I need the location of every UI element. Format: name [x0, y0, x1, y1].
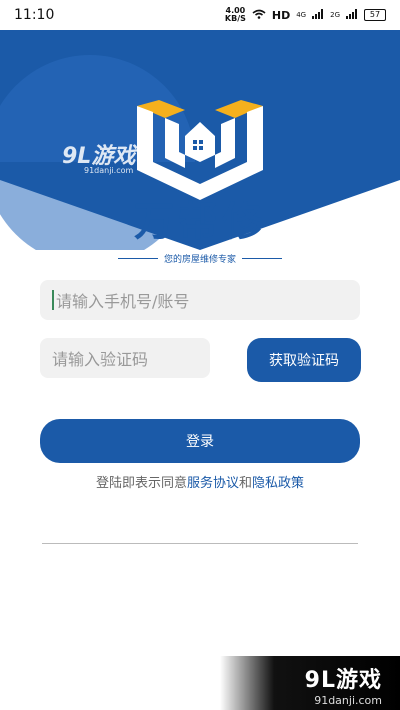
slogan-line-right — [242, 258, 282, 259]
brand-slogan: 您的房屋维修专家 — [0, 252, 400, 265]
divider — [42, 543, 358, 544]
service-agreement-link[interactable]: 服务协议 — [187, 476, 239, 491]
signal-4g: 4G — [296, 11, 307, 19]
battery-icon: 57 — [364, 9, 386, 21]
status-icons: 4.00 KB/S HD 4G 2G 57 — [225, 7, 386, 23]
signal-bars-icon-2 — [346, 8, 358, 22]
network-speed: 4.00 KB/S — [224, 6, 246, 23]
hd-indicator: HD — [271, 8, 291, 22]
status-bar: 11:10 4.00 KB/S HD 4G 2G 57 — [0, 0, 400, 30]
brand-block: 万帮修 您的房屋维修专家 — [0, 200, 400, 265]
wifi-icon — [252, 9, 266, 22]
watermark-top: 9L游戏 91danji.com — [62, 144, 136, 175]
agreement-text: 登陆即表示同意服务协议和隐私政策 — [95, 476, 305, 491]
house-logo-icon — [137, 100, 263, 200]
get-code-button[interactable]: 获取验证码 — [247, 338, 361, 382]
brand-name: 万帮修 — [134, 199, 266, 245]
login-button[interactable]: 登录 — [40, 419, 360, 463]
slogan-line-left — [117, 258, 158, 259]
signal-2g: 2G — [330, 11, 340, 19]
status-time: 11:10 — [14, 7, 55, 23]
watermark-bottom: 9L游戏 91danji.com — [220, 656, 400, 710]
signal-bars-icon — [312, 8, 324, 22]
code-input[interactable]: 请输入验证码 — [40, 338, 210, 378]
text-caret — [52, 290, 54, 310]
phone-input[interactable]: 请输入手机号/账号 — [40, 280, 360, 320]
privacy-policy-link[interactable]: 隐私政策 — [252, 476, 304, 491]
